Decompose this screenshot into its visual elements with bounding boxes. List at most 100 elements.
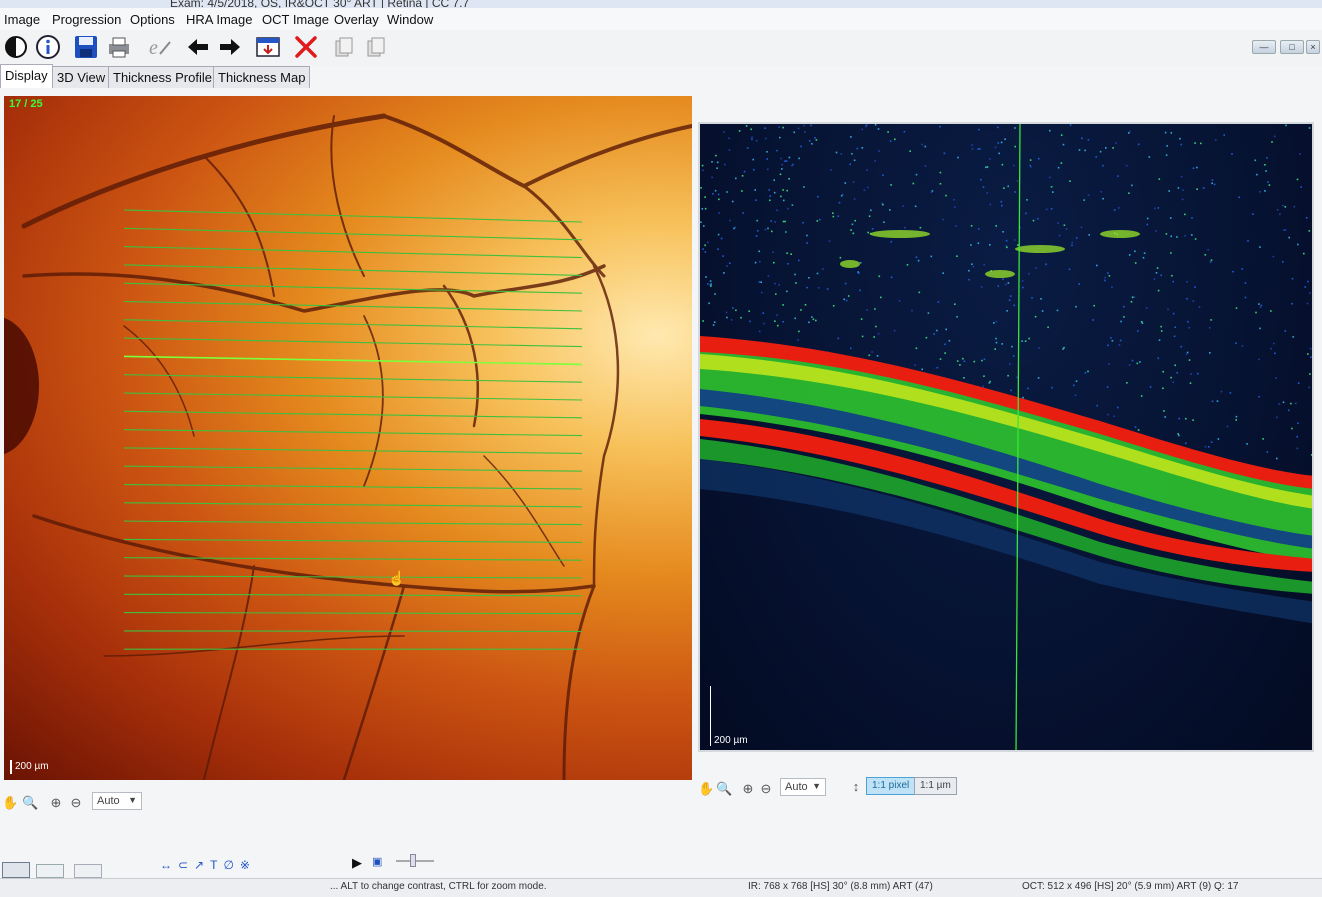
scan-line[interactable] — [123, 392, 583, 401]
menu-progression[interactable]: Progression — [52, 12, 121, 27]
speckle — [1295, 402, 1297, 405]
menu-overlay[interactable]: Overlay — [334, 12, 379, 27]
speckle — [898, 300, 901, 302]
speckle — [943, 152, 946, 155]
scan-line[interactable] — [123, 630, 583, 632]
play-icon[interactable]: ▶ — [352, 855, 362, 871]
speckle — [890, 276, 893, 279]
tab-thickness-map[interactable]: Thickness Map — [213, 66, 311, 88]
retinal-layers — [700, 124, 1312, 750]
scan-line[interactable] — [123, 465, 583, 472]
slider-thumb[interactable] — [410, 854, 416, 867]
speckle — [718, 198, 720, 201]
scan-line[interactable] — [123, 246, 583, 259]
speckle — [1210, 259, 1213, 261]
fundus-ir-image[interactable]: 17 / 25 200 µm ☝ — [4, 96, 692, 780]
maximize-button[interactable]: □ — [1280, 40, 1304, 54]
scan-line[interactable] — [123, 502, 583, 508]
speed-slider[interactable] — [396, 854, 434, 867]
vertical-scale-icon[interactable]: ↕ — [848, 779, 864, 795]
speckle — [1196, 188, 1198, 190]
back-arrow-icon[interactable] — [184, 33, 212, 61]
speckle — [1145, 307, 1148, 309]
speckle — [1276, 457, 1278, 460]
speckle — [1235, 342, 1237, 344]
scan-line[interactable] — [123, 520, 583, 526]
tab-display[interactable]: Display — [0, 64, 53, 88]
scan-line[interactable] — [123, 575, 583, 579]
speckle — [995, 225, 997, 227]
oct-zoom-icon[interactable]: 🔍 — [716, 781, 732, 797]
speckle — [1162, 387, 1164, 390]
zoom-out-icon[interactable]: ⊖ — [68, 795, 84, 811]
tab-thickness-profile[interactable]: Thickness Profile — [108, 66, 217, 88]
pan-hand-icon[interactable]: ✋ — [2, 795, 18, 811]
menu-oct-image[interactable]: OCT Image — [262, 12, 329, 27]
info-icon[interactable] — [34, 33, 62, 61]
edit-icon[interactable]: e — [145, 33, 173, 61]
minimize-button[interactable]: — — [1252, 40, 1276, 54]
menu-hra-image[interactable]: HRA Image — [186, 12, 252, 27]
toolbar: e — [0, 30, 1322, 66]
speckle — [979, 148, 981, 150]
export-icon[interactable] — [254, 33, 282, 61]
menu-image[interactable]: Image — [4, 12, 40, 27]
scan-line[interactable] — [123, 612, 583, 615]
menu-options[interactable]: Options — [130, 12, 175, 27]
oct-bscan-image[interactable]: 200 µm — [698, 122, 1314, 752]
oct-pan-hand-icon[interactable]: ✋ — [698, 781, 714, 797]
speckle — [1180, 175, 1183, 178]
copy-icon[interactable] — [330, 33, 358, 61]
scan-line[interactable] — [123, 374, 583, 383]
layout-rows-icon[interactable] — [74, 864, 102, 878]
save-movie-icon[interactable]: ▣ — [372, 855, 382, 868]
speckle — [1297, 243, 1299, 246]
oct-zoom-in-icon[interactable]: ⊕ — [740, 781, 756, 797]
zoom-in-icon[interactable]: ⊕ — [48, 795, 64, 811]
speckle — [957, 156, 959, 159]
contrast-icon[interactable] — [2, 33, 30, 61]
delete-icon[interactable] — [292, 33, 320, 61]
annotation-tools[interactable]: ↔⊂↗T∅※ — [160, 858, 256, 872]
layout-single-icon[interactable] — [36, 864, 64, 878]
selected-scan-line[interactable] — [123, 355, 583, 366]
speckle — [791, 204, 794, 206]
layout-split-icon[interactable] — [2, 862, 30, 878]
speckle — [1258, 303, 1260, 305]
right-zoom-select[interactable]: Auto ▼ — [780, 778, 826, 796]
speckle — [1111, 340, 1114, 342]
micron-ratio-button[interactable]: 1:1 µm — [914, 777, 957, 795]
speckle — [1177, 187, 1180, 189]
scan-line[interactable] — [123, 227, 583, 241]
speckle — [786, 189, 788, 192]
scan-line[interactable] — [123, 264, 583, 276]
speckle — [1268, 184, 1271, 186]
menu-window[interactable]: Window — [387, 12, 433, 27]
scan-line[interactable] — [123, 319, 583, 330]
speckle — [1259, 327, 1261, 330]
zoom-icon[interactable]: 🔍 — [22, 795, 38, 811]
forward-arrow-icon[interactable] — [216, 33, 244, 61]
speckle — [788, 178, 790, 180]
close-button[interactable]: × — [1306, 40, 1320, 54]
speckle — [1308, 292, 1311, 294]
print-icon[interactable] — [105, 33, 133, 61]
pixel-ratio-button[interactable]: 1:1 pixel — [866, 777, 916, 795]
scan-line[interactable] — [123, 538, 583, 543]
tab-3d-view[interactable]: 3D View — [52, 66, 111, 88]
scan-line[interactable] — [123, 447, 583, 454]
paste-icon[interactable] — [362, 33, 390, 61]
scan-line[interactable] — [123, 209, 583, 223]
scan-line[interactable] — [123, 337, 583, 348]
scan-line[interactable] — [123, 410, 583, 419]
speckle — [1235, 419, 1237, 421]
speckle — [746, 147, 749, 149]
left-zoom-select[interactable]: Auto ▼ — [92, 792, 142, 810]
oct-zoom-out-icon[interactable]: ⊖ — [758, 781, 774, 797]
right-zoom-value: Auto — [785, 781, 808, 793]
scan-line[interactable] — [123, 483, 583, 490]
speckle — [1182, 189, 1184, 191]
save-icon[interactable] — [72, 33, 100, 61]
scan-line[interactable] — [123, 593, 583, 597]
speckle — [785, 160, 788, 162]
